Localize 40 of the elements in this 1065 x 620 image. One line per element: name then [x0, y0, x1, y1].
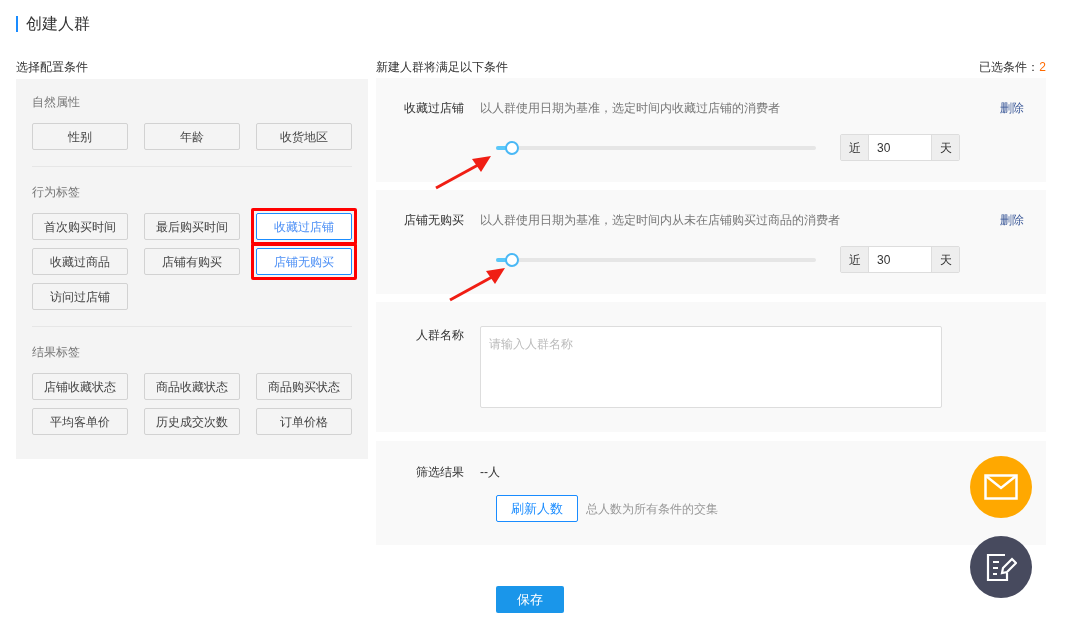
page-title: 创建人群 — [26, 14, 90, 34]
condition-description: 以人群使用日期为基准，选定时间内从未在店铺购买过商品的消费者 — [480, 212, 841, 229]
slider-handle[interactable] — [505, 140, 519, 155]
name-input-field[interactable]: 请输入人群名称 — [480, 326, 942, 408]
delete-link[interactable]: 删除 — [1000, 211, 1024, 229]
edit-note-icon — [985, 551, 1017, 583]
field-label: 人群名称 — [415, 327, 465, 344]
mail-icon — [984, 474, 1018, 500]
condition-name: 收藏过店铺 — [403, 100, 465, 117]
result-value: --人 — [480, 464, 500, 481]
group-title: 行为标签 — [32, 184, 81, 201]
section-heading: 新建人群将满足以下条件 — [376, 59, 508, 76]
condition-tag[interactable]: 订单价格 — [256, 408, 352, 435]
slider-handle[interactable] — [505, 252, 519, 267]
condition-tag[interactable]: 年龄 — [144, 123, 240, 150]
condition-name: 店铺无购买 — [403, 212, 465, 229]
condition-tag[interactable]: 性别 — [32, 123, 128, 150]
condition-tag[interactable]: 首次购买时间 — [32, 213, 128, 240]
condition-tag[interactable]: 历史成交次数 — [144, 408, 240, 435]
range-slider[interactable] — [496, 140, 816, 155]
range-slider[interactable] — [496, 252, 816, 267]
section-heading: 选择配置条件 — [16, 59, 89, 76]
condition-description: 以人群使用日期为基准，选定时间内收藏过店铺的消费者 — [480, 100, 781, 117]
condition-tag[interactable]: 店铺收藏状态 — [32, 373, 128, 400]
condition-tag[interactable]: 收藏过商品 — [32, 248, 128, 275]
condition-tag[interactable]: 最后购买时间 — [144, 213, 240, 240]
group-title: 结果标签 — [32, 344, 81, 361]
refresh-button[interactable]: 刷新人数 — [496, 495, 578, 522]
group-title: 自然属性 — [32, 94, 81, 111]
hint-text: 总人数为所有条件的交集 — [586, 500, 718, 518]
selected-count: 2 — [1039, 59, 1046, 76]
delete-link[interactable]: 删除 — [1000, 99, 1024, 117]
selected-count-label: 已选条件： — [979, 59, 1040, 76]
condition-tag[interactable]: 收货地区 — [256, 123, 352, 150]
field-label: 筛选结果 — [415, 464, 465, 481]
condition-tag[interactable]: 访问过店铺 — [32, 283, 128, 310]
condition-tag[interactable]: 商品购买状态 — [256, 373, 352, 400]
condition-tag[interactable]: 商品收藏状态 — [144, 373, 240, 400]
condition-tag[interactable]: 平均客单价 — [32, 408, 128, 435]
condition-tag[interactable]: 店铺有购买 — [144, 248, 240, 275]
